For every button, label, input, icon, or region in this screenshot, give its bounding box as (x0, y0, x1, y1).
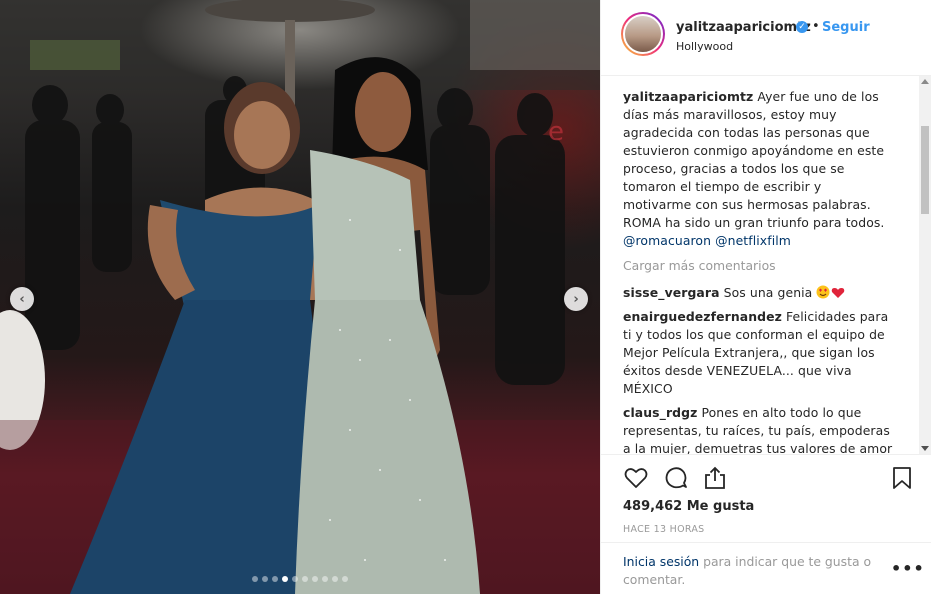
more-options-icon[interactable]: ••• (891, 559, 925, 578)
carousel-dot (342, 576, 348, 582)
carousel-dot (252, 576, 258, 582)
comment-text: Sos una genia (723, 285, 813, 300)
post-actions: 489,462 Me gusta HACE 13 HORAS (601, 454, 931, 542)
chevron-left-icon: ‹ (19, 291, 25, 307)
carousel-dot (292, 576, 298, 582)
carousel-indicator (252, 576, 348, 582)
carousel-dot (272, 576, 278, 582)
caption-text: Ayer fue uno de los días más maravilloso… (623, 89, 885, 212)
emoji-heart-eyes-heart-icon (816, 285, 846, 304)
carousel-dot (332, 576, 338, 582)
comment-username[interactable]: claus_rdgz (623, 405, 697, 420)
svg-text:e: e (548, 117, 564, 147)
bookmark-icon[interactable] (889, 465, 915, 491)
carousel-dot (322, 576, 328, 582)
author-username[interactable]: yalitzaapariciomtz (676, 20, 811, 35)
comment-item: enairguedezfernandez Felicidades para ti… (623, 308, 893, 398)
avatar[interactable] (621, 12, 665, 56)
caption: yalitzaapariciomtz Ayer fue uno de los d… (623, 88, 893, 250)
login-text: Inicia sesión para indicar que te gusta … (623, 553, 883, 589)
comment-username[interactable]: enairguedezfernandez (623, 309, 782, 324)
post-timestamp[interactable]: HACE 13 HORAS (623, 524, 705, 535)
post-header: yalitzaapariciomtz ✓ • Seguir Hollywood (601, 0, 931, 76)
post-sidebar: yalitzaapariciomtz ✓ • Seguir Hollywood … (600, 0, 931, 594)
caption-username[interactable]: yalitzaapariciomtz (623, 89, 753, 104)
comment-username[interactable]: sisse_vergara (623, 285, 720, 300)
location-link[interactable]: Hollywood (676, 40, 733, 53)
comments-section[interactable]: yalitzaapariciomtz Ayer fue uno de los d… (601, 76, 931, 454)
comment-item: claus_rdgz Pones en alto todo lo que rep… (623, 404, 893, 454)
post-photo[interactable]: e ‹ › (0, 0, 600, 594)
mention-romacuaron[interactable]: @romacuaron (623, 233, 711, 248)
carousel-dot (312, 576, 318, 582)
carousel-dot (302, 576, 308, 582)
follow-button[interactable]: Seguir (822, 20, 870, 35)
verified-badge-icon: ✓ (796, 21, 808, 33)
chevron-right-icon: › (573, 291, 579, 307)
comment-item: sisse_vergara Sos una genia (623, 284, 893, 304)
carousel-dot (262, 576, 268, 582)
load-more-comments-button[interactable]: Cargar más comentarios (623, 258, 776, 273)
comments-scrollbar[interactable] (919, 76, 931, 454)
photo-scene: e (0, 0, 600, 594)
share-icon[interactable] (702, 465, 728, 491)
previous-photo-button[interactable]: ‹ (10, 287, 34, 311)
comment-icon[interactable] (663, 465, 689, 491)
next-photo-button[interactable]: › (564, 287, 588, 311)
login-prompt: Inicia sesión para indicar que te gusta … (601, 542, 931, 594)
carousel-dot (282, 576, 288, 582)
heart-icon[interactable] (623, 465, 649, 491)
likes-count[interactable]: 489,462 Me gusta (623, 499, 754, 514)
separator: • (812, 19, 820, 34)
caption-line2: ROMA ha sido un gran triunfo para todos. (623, 215, 885, 230)
mention-netflixfilm[interactable]: @netflixfilm (715, 233, 791, 248)
login-link[interactable]: Inicia sesión (623, 554, 699, 569)
